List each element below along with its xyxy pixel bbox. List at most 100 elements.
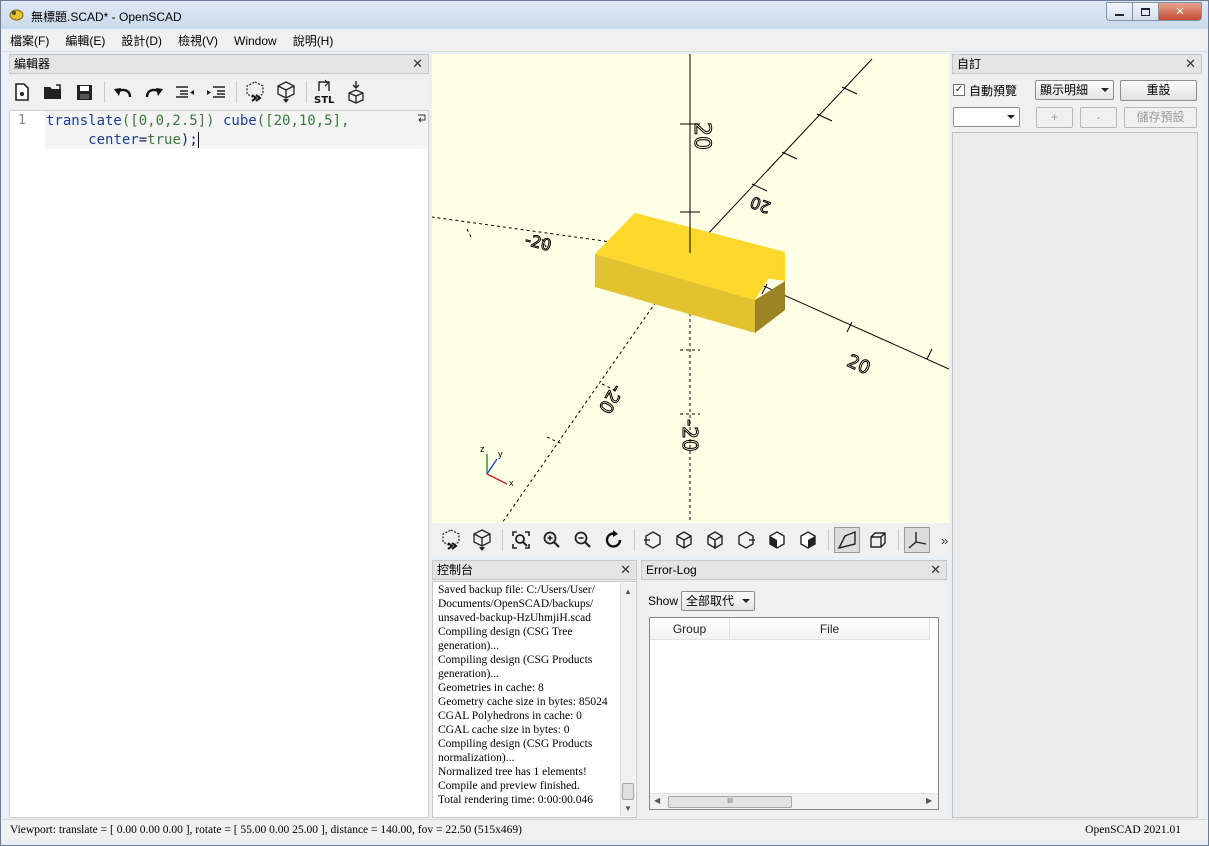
toolbar-overflow-button[interactable]: » [941,533,948,548]
editor-title: 編輯器 [14,57,51,71]
menu-file[interactable]: 檔案(F) [2,31,57,52]
console-line: Normalized tree has 1 elements! [438,766,587,778]
errorlog-table[interactable]: Group File ◀ III ▶ [649,617,939,810]
console-output[interactable]: Saved backup file: C:/Users/User/Documen… [432,581,637,818]
console-line: generation)... [438,640,499,652]
chevron-down-icon [1007,115,1015,119]
code-operator: = [138,132,148,148]
z-axis-tick-label: 20 [689,122,714,150]
save-preset-button[interactable]: 儲存預設 [1124,107,1197,128]
code-text[interactable]: translate([0,0,2.5]) cube([20,10,5], cen… [46,112,349,150]
editor-dock-title[interactable]: 編輯器 ✕ [9,54,429,74]
console-close-button[interactable]: ✕ [620,561,631,579]
console-line: Saved backup file: C:/Users/User/ [438,584,595,596]
indent-button[interactable] [203,79,229,105]
console-scrollbar[interactable]: ▲ ▼ [620,583,635,816]
menu-window[interactable]: Window [226,31,285,52]
scroll-left-icon[interactable]: ◀ [654,796,660,805]
new-file-button[interactable] [9,79,35,105]
orthogonal-button[interactable] [865,527,891,553]
toolbar-separator [236,81,237,103]
undo-button[interactable] [110,79,136,105]
detail-level-select[interactable]: 顯示明細 [1035,80,1114,100]
save-button[interactable] [71,79,97,105]
column-header-file[interactable]: File [730,618,930,640]
auto-preview-label[interactable]: 自動預覽 [969,82,1017,99]
view-front-button[interactable] [764,527,790,553]
vp-preview-button[interactable] [438,527,464,553]
vp-render-button[interactable] [469,527,495,553]
errorlog-title: Error-Log [646,563,697,577]
auto-preview-checkbox[interactable]: ✓ [953,84,965,96]
menu-edit[interactable]: 編輯(E) [57,31,113,52]
zoom-out-button[interactable] [570,527,596,553]
console-line: CGAL Polyhedrons in cache: 0 [438,710,582,722]
console-line: Total rendering time: 0:00:00.046 [438,794,594,806]
customizer-close-button[interactable]: ✕ [1185,55,1196,73]
add-preset-button[interactable]: + [1036,107,1073,128]
view-top-button[interactable] [671,527,697,553]
editor-close-button[interactable]: ✕ [412,55,423,73]
table-hscrollbar[interactable]: ◀ III ▶ [650,793,938,809]
current-line-highlight: translate([0,0,2.5]) cube([20,10,5], cen… [45,111,428,149]
remove-preset-button[interactable]: - [1080,107,1117,128]
new-file-icon [15,83,29,101]
reset-view-icon [605,530,622,548]
toolbar-separator [502,529,503,551]
code-punctuation: ); [180,132,198,148]
send-to-print-button[interactable] [343,79,369,105]
restore-button[interactable] [1132,2,1159,21]
show-filter-select[interactable]: 全部取代 [681,591,755,611]
unindent-button[interactable] [172,79,198,105]
column-header-group[interactable]: Group [650,618,730,640]
reset-view-button[interactable] [601,527,627,553]
show-axes-button[interactable] [904,527,930,553]
preview-button[interactable] [242,79,268,105]
title-bar[interactable]: 無標題.SCAD* - OpenSCAD ✕ [1,1,1208,29]
redo-icon [145,88,163,98]
open-file-icon [44,84,61,99]
close-button[interactable]: ✕ [1158,2,1202,21]
render-button[interactable] [273,79,299,105]
menu-help[interactable]: 說明(H) [285,31,342,52]
view-left-button[interactable] [733,527,759,553]
export-stl-button[interactable]: STL [312,79,338,105]
open-file-button[interactable] [40,79,66,105]
scroll-right-icon[interactable]: ▶ [926,796,932,805]
customizer-dock-title[interactable]: 自訂 ✕ [952,54,1202,74]
show-label: Show [648,594,679,608]
viewport-toolbar: » [432,523,949,557]
view-right-button[interactable] [640,527,666,553]
undo-icon [114,88,132,98]
menu-design[interactable]: 設計(D) [113,31,170,52]
preset-select[interactable] [953,107,1020,127]
minimize-icon [1115,13,1124,16]
code-editor[interactable]: 1 translate([0,0,2.5]) cube([20,10,5], c… [9,110,429,818]
zoom-in-button[interactable] [539,527,565,553]
errorlog-close-button[interactable]: ✕ [930,561,941,579]
axis-y-label: y [498,449,503,459]
close-icon: ✕ [1175,6,1185,18]
minimize-button[interactable] [1106,2,1133,21]
menu-view[interactable]: 檢視(V) [170,31,226,52]
view-all-button[interactable] [508,527,534,553]
neg-y-axis-tick-label: -20 [594,381,627,417]
3d-viewport[interactable]: 20 20 20 -20 -20 -20 z y x [432,54,949,523]
scroll-up-icon[interactable]: ▲ [624,587,632,596]
show-axes-icon [908,532,927,549]
scroll-down-icon[interactable]: ▼ [624,804,632,813]
redo-button[interactable] [141,79,167,105]
console-dock-title[interactable]: 控制台 ✕ [432,560,637,580]
scroll-thumb[interactable] [622,783,634,800]
viewport-status: Viewport: translate = [ 0.00 0.00 0.00 ]… [10,824,522,836]
view-bottom-button[interactable] [702,527,728,553]
status-bar: Viewport: translate = [ 0.00 0.00 0.00 ]… [2,819,1207,841]
reset-button[interactable]: 重設 [1120,80,1197,101]
console-line: Compile and preview finished. [438,780,580,792]
errorlog-dock-title[interactable]: Error-Log ✕ [641,560,947,580]
scroll-thumb[interactable]: III [668,796,792,808]
line-gutter: 1 [10,111,45,817]
perspective-button[interactable] [834,527,860,553]
view-back-button[interactable] [795,527,821,553]
neg-z-axis-tick-label: -20 [678,419,702,452]
